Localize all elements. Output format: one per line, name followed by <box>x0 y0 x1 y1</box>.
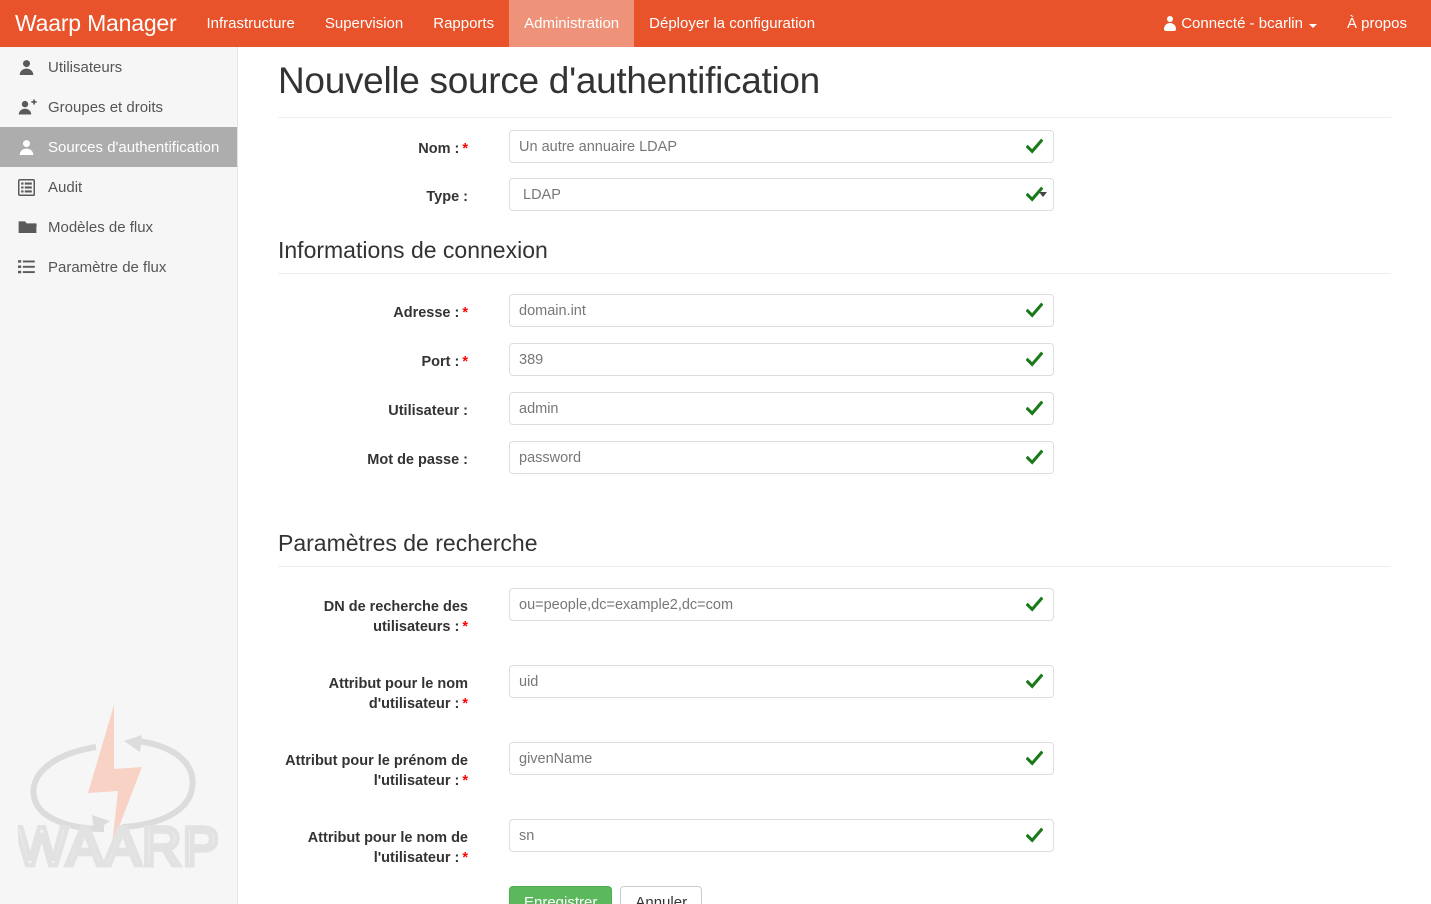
chevron-down-icon <box>1308 23 1317 28</box>
label-mot-de-passe: Mot de passe : <box>367 452 468 468</box>
section-heading-connexion: Informations de connexion <box>278 237 548 263</box>
main-content: Nouvelle source d'authentification Nom :… <box>238 47 1431 904</box>
input-mot-de-passe[interactable] <box>509 441 1054 474</box>
field-nom <box>509 130 1054 163</box>
user-icon <box>1163 16 1176 31</box>
form-row-attribut-prenom: Attribut pour le prénom de l'utilisateur… <box>238 742 1431 791</box>
label-utilisateur: Utilisateur : <box>388 403 468 419</box>
app-brand[interactable]: Waarp Manager <box>0 0 191 47</box>
field-mot-de-passe <box>509 441 1054 474</box>
field-attribut-nom-utilisateur <box>509 665 1054 698</box>
field-type <box>509 178 1054 211</box>
waarp-logo-watermark: WAARP <box>13 705 222 900</box>
user-icon <box>18 59 40 76</box>
top-navbar: Waarp Manager Infrastructure Supervision… <box>0 0 1431 47</box>
label-attribut-nom: Attribut pour le nom de l'utilisateur : * <box>307 830 468 866</box>
page-title: Nouvelle source d'authentification <box>278 60 820 101</box>
sidebar-menu: Utilisateurs Groupes et droits Sources d… <box>0 47 237 287</box>
sidebar-item-label: Groupes et droits <box>48 98 164 116</box>
required-marker: * <box>462 850 468 866</box>
required-marker: * <box>462 354 468 370</box>
input-attribut-prenom[interactable] <box>509 742 1054 775</box>
form-row-port: Port : * <box>238 343 1431 376</box>
required-marker: * <box>462 773 468 789</box>
user-menu[interactable]: Connecté - bcarlin <box>1148 0 1332 47</box>
field-adresse <box>509 294 1054 327</box>
label-type: Type : <box>426 189 468 205</box>
input-dn-recherche[interactable] <box>509 588 1054 621</box>
section-heading-recherche: Paramètres de recherche <box>278 530 538 556</box>
table-list-icon <box>18 178 40 196</box>
required-marker: * <box>462 696 468 712</box>
nav-item-administration[interactable]: Administration <box>509 0 635 47</box>
field-attribut-prenom <box>509 742 1054 775</box>
form-row-mot-de-passe: Mot de passe : <box>238 441 1431 474</box>
sidebar-item-modeles-de-flux[interactable]: Modèles de flux <box>0 207 237 247</box>
field-port <box>509 343 1054 376</box>
sidebar-item-label: Audit <box>48 178 83 196</box>
sidebar-item-label: Paramètre de flux <box>48 258 167 276</box>
user-icon <box>18 139 40 156</box>
field-utilisateur <box>509 392 1054 425</box>
form-row-type: Type : <box>238 178 1431 211</box>
label-port: Port : * <box>421 354 468 370</box>
label-dn-recherche: DN de recherche des utilisateurs : * <box>323 599 468 635</box>
user-plus-icon <box>18 99 40 116</box>
nav-item-infrastructure[interactable]: Infrastructure <box>191 0 309 47</box>
sidebar-item-parametre-de-flux[interactable]: Paramètre de flux <box>0 247 237 287</box>
label-nom: Nom : * <box>418 141 468 157</box>
save-button[interactable]: Enregistrer <box>509 886 613 904</box>
nav-item-deployer-la-configuration[interactable]: Déployer la configuration <box>634 0 830 47</box>
nav-item-supervision[interactable]: Supervision <box>310 0 418 47</box>
svg-text:WAARP: WAARP <box>18 815 218 877</box>
sidebar-item-label: Modèles de flux <box>48 218 154 236</box>
navbar-right: Connecté - bcarlin À propos <box>1148 0 1431 47</box>
select-type[interactable] <box>509 178 1054 211</box>
sidebar-item-utilisateurs[interactable]: Utilisateurs <box>0 47 237 87</box>
input-adresse[interactable] <box>509 294 1054 327</box>
sidebar-item-audit[interactable]: Audit <box>0 167 237 207</box>
sidebar: Utilisateurs Groupes et droits Sources d… <box>0 47 238 904</box>
cancel-button[interactable]: Annuler <box>620 886 703 904</box>
form-row-adresse: Adresse : * <box>238 294 1431 327</box>
sidebar-item-groupes-et-droits[interactable]: Groupes et droits <box>0 87 237 127</box>
input-attribut-nom[interactable] <box>509 819 1054 852</box>
input-attribut-nom-utilisateur[interactable] <box>509 665 1054 698</box>
user-menu-label: Connecté - bcarlin <box>1181 15 1303 32</box>
form-actions: Enregistrer Annuler <box>238 886 1431 904</box>
label-attribut-nom-utilisateur: Attribut pour le nom d'utilisateur : * <box>328 676 468 712</box>
form-row-utilisateur: Utilisateur : <box>238 392 1431 425</box>
input-utilisateur[interactable] <box>509 392 1054 425</box>
label-attribut-prenom: Attribut pour le prénom de l'utilisateur… <box>285 753 468 789</box>
sidebar-item-label: Utilisateurs <box>48 58 123 76</box>
form-row-nom: Nom : * <box>238 130 1431 163</box>
sidebar-item-label: Sources d'authentification <box>48 138 220 156</box>
required-marker: * <box>462 305 468 321</box>
input-nom[interactable] <box>509 130 1054 163</box>
form-row-dn-recherche: DN de recherche des utilisateurs : * <box>238 588 1431 637</box>
required-marker: * <box>462 619 468 635</box>
nav-item-rapports[interactable]: Rapports <box>418 0 509 47</box>
field-attribut-nom <box>509 819 1054 852</box>
field-dn-recherche <box>509 588 1054 621</box>
folder-icon <box>18 219 40 235</box>
nav-item-a-propos[interactable]: À propos <box>1332 0 1422 47</box>
form-row-attribut-nom-utilisateur: Attribut pour le nom d'utilisateur : * <box>238 665 1431 714</box>
required-marker: * <box>462 141 468 157</box>
form-row-attribut-nom: Attribut pour le nom de l'utilisateur : * <box>238 819 1431 868</box>
label-adresse: Adresse : * <box>393 305 468 321</box>
primary-nav: Infrastructure Supervision Rapports Admi… <box>191 0 830 47</box>
input-port[interactable] <box>509 343 1054 376</box>
list-ul-icon <box>18 259 40 275</box>
sidebar-item-sources-d-authentification[interactable]: Sources d'authentification <box>0 127 237 167</box>
